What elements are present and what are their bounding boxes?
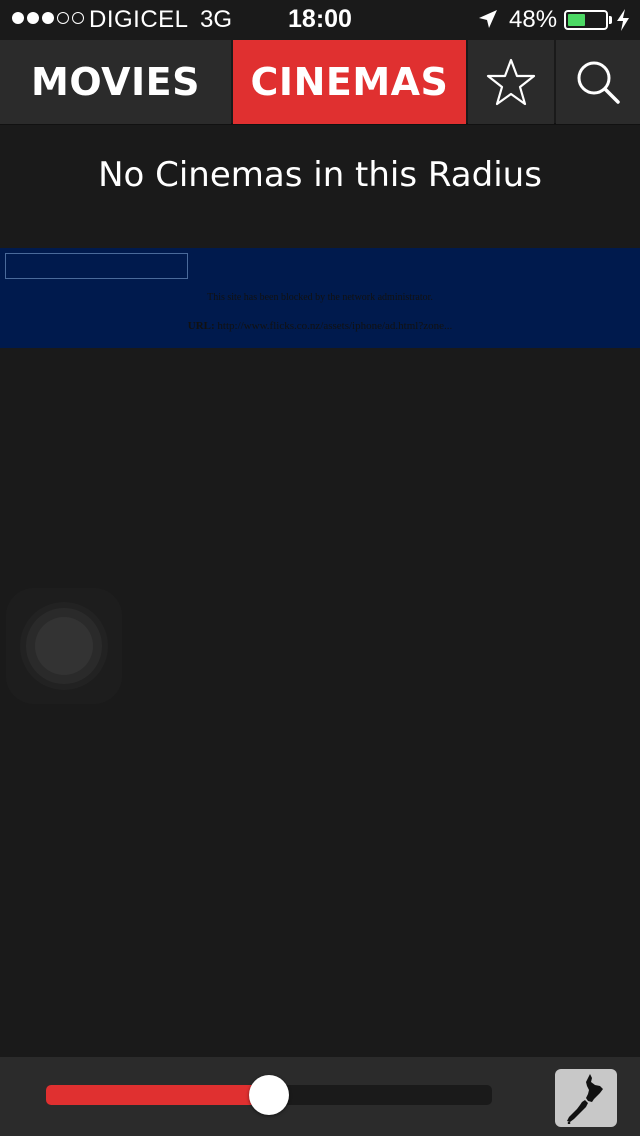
battery-icon (564, 10, 608, 30)
signal-strength-icon (12, 12, 84, 24)
carrier-name: DIGICEL (89, 6, 189, 33)
network-type: 3G (200, 6, 233, 33)
ad-placeholder-box (5, 253, 188, 279)
star-icon (486, 58, 536, 106)
radius-slider-fill (46, 1085, 269, 1105)
map-button[interactable] (555, 1069, 617, 1127)
search-button[interactable] (556, 40, 640, 124)
new-zealand-map-icon (567, 1074, 603, 1124)
battery-tip (609, 16, 612, 24)
battery-percentage: 48% (509, 6, 558, 33)
ad-blocked-text: This site has been blocked by the networ… (207, 292, 433, 303)
tab-movies[interactable]: MOVIES (0, 40, 231, 124)
radius-slider-thumb[interactable] (249, 1075, 289, 1115)
bottom-toolbar (0, 1057, 640, 1136)
ad-url-label: URL: (187, 320, 215, 332)
search-icon (577, 61, 620, 104)
status-bar: DIGICEL 3G 18:00 48% (0, 0, 640, 40)
assistive-touch-core (35, 617, 93, 675)
assistive-touch-button[interactable] (6, 588, 122, 704)
empty-state-message: No Cinemas in this Radius (98, 155, 542, 195)
location-arrow-icon (479, 10, 497, 28)
charging-bolt-icon (617, 9, 629, 31)
radius-slider[interactable] (46, 1075, 492, 1115)
tab-cinemas[interactable]: CINEMAS (233, 40, 466, 124)
ad-url-value: http://www.flicks.co.nz/assets/iphone/ad… (217, 320, 453, 332)
favorites-button[interactable] (468, 40, 554, 124)
ad-blocked-url: URL: http://www.flicks.co.nz/assets/ipho… (0, 320, 640, 332)
assistive-touch-inner-ring (26, 608, 102, 684)
assistive-touch-ring (20, 602, 108, 690)
top-navigation: MOVIES CINEMAS (0, 40, 640, 125)
ad-banner[interactable]: This site has been blocked by the networ… (0, 248, 640, 348)
